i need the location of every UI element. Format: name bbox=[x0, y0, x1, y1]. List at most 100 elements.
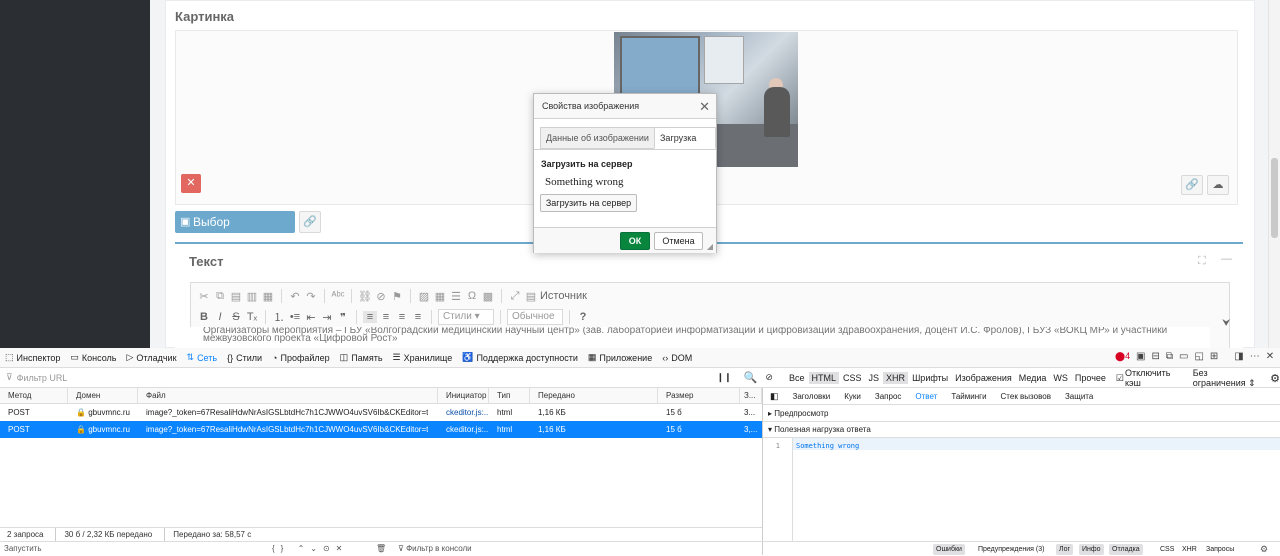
cancel-button[interactable]: Отмена bbox=[654, 232, 703, 250]
tab-response[interactable]: Ответ bbox=[908, 392, 944, 401]
upload-to-server-button[interactable]: Загрузить на сервер bbox=[540, 194, 637, 212]
dock-icon[interactable]: ◨ bbox=[1234, 351, 1243, 362]
col-method[interactable]: Метод bbox=[0, 388, 68, 404]
gear-icon[interactable]: ⚙ bbox=[1260, 542, 1268, 556]
disable-cache-checkbox[interactable]: ☑ bbox=[1116, 373, 1124, 384]
filter-other[interactable]: Прочее bbox=[1072, 372, 1109, 384]
resize-handle-icon[interactable]: ◢ bbox=[707, 242, 713, 251]
type-css[interactable]: CSS bbox=[1157, 544, 1178, 555]
frame-icon[interactable]: ▣ bbox=[1136, 351, 1145, 362]
close-icon[interactable]: ✕ bbox=[1266, 351, 1274, 362]
pause-icon[interactable]: ❙❙ bbox=[717, 372, 732, 383]
dialog-body: Загрузить на сервер Something wrong Загр… bbox=[534, 149, 716, 223]
tab-memory[interactable]: ◫ Память bbox=[335, 348, 388, 368]
console-run[interactable]: Запустить bbox=[4, 542, 42, 556]
table-row[interactable]: POST 🔒 gbuvmnc.ru image?_token=67ResaliH… bbox=[0, 404, 762, 421]
col-size[interactable]: Размер bbox=[658, 388, 740, 404]
toggle-sidebar-icon[interactable]: ◧ bbox=[763, 391, 786, 402]
filter-html[interactable]: HTML bbox=[808, 372, 840, 384]
page-scrollbar[interactable] bbox=[1268, 0, 1280, 348]
tab-debugger[interactable]: ▷ Отладчик bbox=[122, 348, 182, 368]
payload-section[interactable]: ▾ Полезная нагрузка ответа bbox=[763, 421, 1280, 438]
level-log[interactable]: Лог bbox=[1056, 544, 1074, 555]
col-time[interactable]: З... bbox=[740, 388, 762, 404]
responsive-icon[interactable]: ▭ bbox=[1179, 351, 1188, 362]
tab-application[interactable]: ▦ Приложение bbox=[583, 348, 657, 368]
clear-icon[interactable]: ⊘ bbox=[765, 372, 773, 383]
dialog-header: Свойства изображения ✕ bbox=[534, 94, 716, 119]
tab-storage[interactable]: ☰ Хранилище bbox=[388, 348, 458, 368]
filter-fonts[interactable]: Шрифты bbox=[909, 372, 951, 384]
search-icon[interactable]: 🔍 bbox=[744, 371, 758, 384]
dialog-footer: ОК Отмена ◢ bbox=[534, 227, 716, 253]
tab-stack[interactable]: Стек вызовов bbox=[994, 392, 1058, 401]
split-icon[interactable]: ⊞ bbox=[1210, 351, 1218, 362]
screenshot-icon[interactable]: ⧉ bbox=[1166, 351, 1173, 362]
grid-icon: ▦ bbox=[587, 352, 597, 362]
network-filterbar: ⊽ Фильтр URL ❙❙ 🔍 ⊘ Все HTML CSS JS XHR … bbox=[0, 368, 1280, 388]
tab-image-info[interactable]: Данные об изображении bbox=[540, 127, 655, 149]
image-properties-dialog: Свойства изображения ✕ Данные об изображе… bbox=[533, 93, 717, 253]
tab-accessibility[interactable]: ♿ Поддержка доступности bbox=[457, 348, 583, 368]
tab-upload[interactable]: Загрузка файла bbox=[654, 127, 716, 163]
type-xhr[interactable]: XHR bbox=[1179, 544, 1200, 555]
network-icon: ⇅ bbox=[186, 352, 195, 362]
filter-images[interactable]: Изображения bbox=[952, 372, 1015, 384]
type-requests[interactable]: Запросы bbox=[1203, 544, 1238, 555]
level-info[interactable]: Инфо bbox=[1079, 544, 1104, 555]
console-filter-input[interactable]: ⊽ Фильтр в консоли bbox=[398, 542, 472, 556]
tab-timings[interactable]: Тайминги bbox=[944, 392, 993, 401]
filter-url-input[interactable]: Фильтр URL bbox=[17, 373, 717, 383]
tab-console[interactable]: ▭ Консоль bbox=[65, 348, 121, 368]
tab-cookies[interactable]: Куки bbox=[837, 392, 868, 401]
lock-icon: 🔒 bbox=[76, 408, 86, 417]
response-code-view: 1 Something wrong bbox=[763, 438, 1280, 542]
tab-request[interactable]: Запрос bbox=[868, 392, 909, 401]
preview-section[interactable]: ▸ Предпросмотр bbox=[763, 405, 1280, 422]
details-tabbar: ◧ Заголовки Куки Запрос Ответ Тайминги С… bbox=[763, 388, 1280, 405]
tab-network[interactable]: ⇅ Сеть bbox=[182, 348, 223, 368]
chevron-right-icon: ▸ bbox=[768, 409, 773, 418]
stack-icon[interactable]: ⊟ bbox=[1151, 351, 1159, 362]
debugger-icon: ▷ bbox=[126, 352, 134, 362]
response-line: Something wrong bbox=[793, 438, 1280, 450]
accessibility-icon: ♿ bbox=[462, 352, 474, 362]
col-domain[interactable]: Домен bbox=[68, 388, 138, 404]
error-badge[interactable]: ⬤4 bbox=[1115, 351, 1130, 362]
filter-css[interactable]: CSS bbox=[840, 372, 865, 384]
col-type[interactable]: Тип bbox=[489, 388, 530, 404]
trash-icon[interactable]: 🗑 bbox=[376, 542, 386, 556]
tab-dom[interactable]: ‹› DOM bbox=[657, 348, 697, 368]
filter-media[interactable]: Медиа bbox=[1016, 372, 1050, 384]
tab-security[interactable]: Защита bbox=[1058, 392, 1100, 401]
level-errors[interactable]: Ошибки bbox=[933, 544, 965, 555]
tab-profiler[interactable]: ◔ Профайлер bbox=[267, 348, 335, 368]
close-icon[interactable]: ✕ bbox=[699, 99, 710, 115]
picker-icon[interactable]: ◱ bbox=[1194, 351, 1203, 362]
ok-button[interactable]: ОК bbox=[620, 232, 650, 250]
storage-icon: ☰ bbox=[392, 352, 401, 362]
filter-ws[interactable]: WS bbox=[1050, 372, 1071, 384]
devtools-actions: ▣ ⊟ ⧉ ▭ ◱ ⊞ ◨ ⋯ ✕ bbox=[1136, 351, 1274, 362]
col-initiator[interactable]: Инициатор bbox=[438, 388, 489, 404]
gear-icon[interactable]: ⚙ bbox=[1270, 372, 1280, 385]
tab-headers[interactable]: Заголовки bbox=[786, 392, 838, 401]
disable-cache-label: Отключить кэш bbox=[1124, 368, 1171, 388]
col-file[interactable]: Файл bbox=[138, 388, 438, 404]
filter-xhr[interactable]: XHR bbox=[883, 372, 909, 384]
tab-inspector[interactable]: ⬚ Инспектор bbox=[0, 348, 65, 368]
devtools-tabbar: ⬚ Инспектор ▭ Консоль ▷ Отладчик ⇅ Сеть {} Ст… bbox=[0, 348, 1280, 368]
throttle-select[interactable]: Без ограничения ⇕ bbox=[1193, 368, 1259, 389]
filter-js[interactable]: JS bbox=[866, 372, 883, 384]
col-transferred[interactable]: Передано bbox=[530, 388, 658, 404]
request-count: 2 запроса bbox=[7, 530, 44, 539]
console-nav-icons[interactable]: {} ⌃⌄⊙✕ bbox=[272, 542, 348, 556]
level-debug[interactable]: Отладка bbox=[1109, 544, 1143, 555]
type-filters: Все HTML CSS JS XHR Шрифты Изображения М… bbox=[786, 368, 1280, 389]
level-warnings[interactable]: Предупреждения (3) bbox=[975, 544, 1048, 555]
more-icon[interactable]: ⋯ bbox=[1250, 351, 1260, 362]
table-row[interactable]: POST 🔒 gbuvmnc.ru image?_token=67ResaliH… bbox=[0, 421, 762, 438]
tab-styles[interactable]: {} Стили bbox=[222, 348, 267, 368]
filter-all[interactable]: Все bbox=[786, 372, 808, 384]
upload-message: Something wrong bbox=[545, 176, 624, 188]
